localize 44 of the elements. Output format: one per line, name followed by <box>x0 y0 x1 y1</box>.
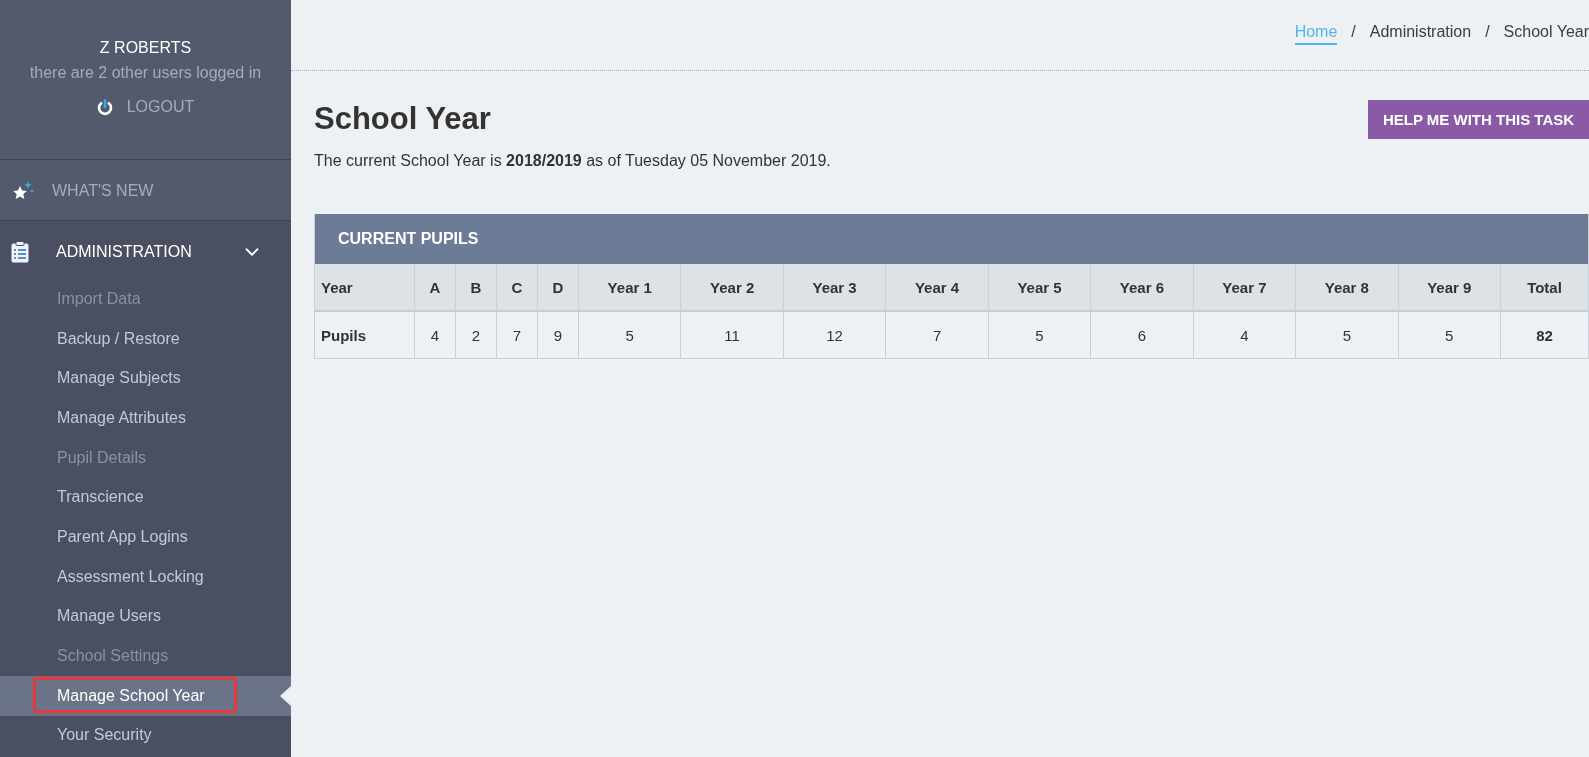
column-header: D <box>538 264 579 312</box>
nav-item: Import Data <box>56 288 142 309</box>
column-header: B <box>456 264 497 312</box>
power-icon <box>96 98 113 116</box>
nav-item[interactable]: Manage Subjects <box>0 358 291 399</box>
table-title-bar: CURRENT PUPILS <box>315 214 1588 264</box>
column-header: Year 9 <box>1398 264 1501 312</box>
nav-section-header[interactable]: ADMINISTRATION <box>0 221 291 279</box>
column-header: A <box>415 264 456 312</box>
breadcrumb-separator: / <box>1351 22 1356 42</box>
nav-link[interactable]: WHAT'S NEW <box>0 160 291 221</box>
nav-item: School Settings <box>56 646 170 667</box>
column-header: Year 4 <box>886 264 989 312</box>
column-header: Year 5 <box>988 264 1092 312</box>
column-header: Year <box>315 264 415 312</box>
breadcrumb-text: School Year <box>1503 22 1589 42</box>
breadcrumb-text: Administration <box>1369 22 1472 42</box>
column-header: Total <box>1501 264 1588 312</box>
logout-link[interactable]: LOGOUT <box>96 96 195 118</box>
column-header: Year 6 <box>1091 264 1194 312</box>
breadcrumb-separator: / <box>1485 22 1490 42</box>
column-header: Year 7 <box>1193 264 1297 312</box>
pointer-triangle-icon <box>280 685 291 706</box>
nav-item[interactable]: Your Security <box>0 715 291 756</box>
column-header: Year 1 <box>579 264 682 312</box>
column-header: Year 8 <box>1296 264 1399 312</box>
nav-item[interactable]: Parent App Logins <box>0 517 291 557</box>
clipboard-list-icon <box>11 240 29 263</box>
users-status: there are 2 other users logged in <box>29 63 262 83</box>
page-title: School Year <box>314 100 491 138</box>
column-header: C <box>497 264 538 312</box>
column-header: Year 2 <box>681 264 784 312</box>
column-header: Year 3 <box>783 264 887 312</box>
nav-item[interactable]: Manage Users <box>0 596 291 637</box>
nav-item[interactable]: Manage Attributes <box>0 398 291 438</box>
section-label: ADMINISTRATION <box>56 242 193 261</box>
nav-item[interactable]: Manage School Year <box>0 675 291 716</box>
nav-item[interactable]: Assessment Locking <box>0 556 291 597</box>
help-button[interactable]: HELP ME WITH THIS TASK <box>1368 100 1589 139</box>
nav-item: Pupil Details <box>56 447 147 468</box>
nav-item[interactable]: Transcience <box>0 477 291 518</box>
user-name: Z ROBERTS <box>99 38 192 58</box>
intro-text: The current School Year is 2018/2019 as of Tuesday 05 November 2019. <box>314 151 832 171</box>
nav-item[interactable]: Backup / Restore <box>0 318 291 359</box>
